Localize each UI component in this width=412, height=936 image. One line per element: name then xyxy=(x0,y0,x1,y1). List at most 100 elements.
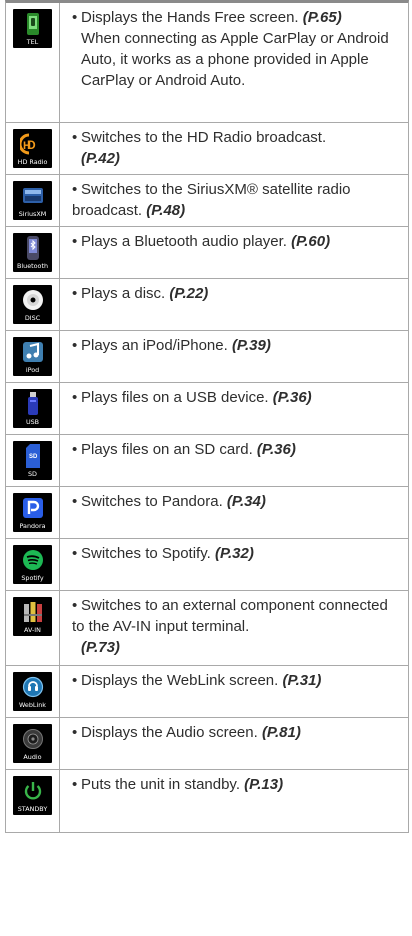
table-row-usb: USB • Plays files on a USB device. (P.36) xyxy=(6,383,408,435)
description-text: Switches to the SiriusXM® satellite radi… xyxy=(72,181,351,219)
page-reference: (P.32) xyxy=(214,545,254,562)
icon-cell: TEL xyxy=(6,3,60,122)
svg-text:H: H xyxy=(23,140,31,152)
icon-label: Bluetooth xyxy=(16,262,49,270)
bluetooth-player-icon[interactable]: Bluetooth xyxy=(13,233,52,272)
standby-icon[interactable]: STANDBY xyxy=(13,776,52,815)
icon-label: AV-IN xyxy=(24,626,41,634)
icon-cell: WebLink xyxy=(6,666,60,717)
icon-label: iPod xyxy=(25,366,40,374)
icon-cell: DISC xyxy=(6,279,60,330)
page-reference: (P.36) xyxy=(272,389,312,406)
description-note: When connecting as Apple CarPlay or Andr… xyxy=(81,30,389,89)
description-text: Switches to the HD Radio broadcast. xyxy=(81,129,327,146)
table-row-weblink: WebLink • Displays the WebLink screen. (P… xyxy=(6,666,408,718)
page-reference: (P.48) xyxy=(146,202,186,219)
description-cell: • Displays the Audio screen. (P.81) xyxy=(72,724,301,741)
icon-label: STANDBY xyxy=(17,805,48,813)
table-row-pandora: Pandora • Switches to Pandora. (P.34) xyxy=(6,487,408,539)
table-row-ipod: iPod • Plays an iPod/iPhone. (P.39) xyxy=(6,331,408,383)
icon-label: DISC xyxy=(24,314,41,322)
description-cell: • Switches to an external component conne… xyxy=(72,597,388,656)
table-row-bluetooth: Bluetooth • Plays a Bluetooth audio playe… xyxy=(6,227,408,279)
table-row-standby: STANDBY • Puts the unit in standby. (P.13… xyxy=(6,770,408,832)
description-cell: • Plays a disc. (P.22) xyxy=(72,285,209,302)
description-cell: • Plays files on a USB device. (P.36) xyxy=(72,389,312,406)
description-text: Plays an iPod/iPhone. xyxy=(81,337,228,354)
page-reference: (P.13) xyxy=(244,776,284,793)
description-text: Displays the Hands Free screen. xyxy=(81,9,299,26)
page-reference: (P.31) xyxy=(282,672,322,689)
table-row-spotify: Spotify • Switches to Spotify. (P.32) xyxy=(6,539,408,591)
description-cell: • Plays a Bluetooth audio player. (P.60) xyxy=(72,233,331,250)
sd-card-icon[interactable]: SD SD xyxy=(13,441,52,480)
description-text: Switches to Pandora. xyxy=(81,493,223,510)
siriusxm-icon[interactable]: SiriusXM xyxy=(13,181,52,220)
page-reference: (P.34) xyxy=(226,493,266,510)
description-text: Switches to Spotify. xyxy=(81,545,211,562)
description-cell: • Displays the WebLink screen. (P.31) xyxy=(72,672,322,689)
page-reference: (P.39) xyxy=(231,337,271,354)
page-reference: (P.81) xyxy=(261,724,301,741)
phone-icon[interactable]: TEL xyxy=(13,9,52,48)
description-cell: • Plays an iPod/iPhone. (P.39) xyxy=(72,337,271,354)
icon-label: TEL xyxy=(26,38,39,46)
icon-label: Pandora xyxy=(19,522,46,530)
description-cell: • Plays files on an SD card. (P.36) xyxy=(72,441,296,458)
pandora-icon[interactable]: Pandora xyxy=(13,493,52,532)
description-text: Plays files on a USB device. xyxy=(81,389,269,406)
description-text: Plays a disc. xyxy=(81,285,166,302)
icon-label: Spotify xyxy=(21,574,44,582)
description-text: Plays a Bluetooth audio player. xyxy=(81,233,287,250)
ipod-icon[interactable]: iPod xyxy=(13,337,52,376)
icon-cell: SiriusXM xyxy=(6,175,60,226)
icon-cell: STANDBY xyxy=(6,770,60,832)
svg-text:SD: SD xyxy=(29,454,38,460)
icon-cell: AV-IN xyxy=(6,591,60,665)
page-reference: (P.65) xyxy=(302,9,342,26)
icon-cell: USB xyxy=(6,383,60,434)
table-row-siriusxm: SiriusXM • Switches to the SiriusXM® sate… xyxy=(6,175,408,227)
icon-label: WebLink xyxy=(18,701,47,709)
table-row-sd: SD SD • Plays files on an SD card. (P.36) xyxy=(6,435,408,487)
description-cell: • Switches to the HD Radio broadcast. (P.4… xyxy=(72,129,327,167)
page-reference: (P.60) xyxy=(291,233,331,250)
disc-icon[interactable]: DISC xyxy=(13,285,52,324)
description-cell: • Switches to Spotify. (P.32) xyxy=(72,545,254,562)
icon-cell: SD SD xyxy=(6,435,60,486)
icon-label: Audio xyxy=(23,753,42,761)
page-reference: (P.73) xyxy=(81,639,120,656)
description-text: Puts the unit in standby. xyxy=(81,776,240,793)
table-row-audio: Audio • Displays the Audio screen. (P.81) xyxy=(6,718,408,770)
weblink-icon[interactable]: WebLink xyxy=(13,672,52,711)
description-text: Displays the Audio screen. xyxy=(81,724,258,741)
icon-label: USB xyxy=(25,418,40,426)
icon-cell: Pandora xyxy=(6,487,60,538)
description-cell: • Displays the Hands Free screen. (P.65) … xyxy=(60,3,408,122)
icon-label: SD xyxy=(28,470,37,478)
description-text: Displays the WebLink screen. xyxy=(81,672,279,689)
description-cell: • Puts the unit in standby. (P.13) xyxy=(72,776,284,793)
av-in-icon[interactable]: AV-IN xyxy=(13,597,52,636)
audio-icon[interactable]: Audio xyxy=(13,724,52,763)
source-icon-table: TEL • Displays the Hands Free screen. (P.… xyxy=(5,0,409,833)
spotify-icon[interactable]: Spotify xyxy=(13,545,52,584)
usb-icon[interactable]: USB xyxy=(13,389,52,428)
description-cell: • Switches to Pandora. (P.34) xyxy=(72,493,266,510)
description-text: Switches to an external component connec… xyxy=(72,597,388,635)
table-row-disc: DISC • Plays a disc. (P.22) xyxy=(6,279,408,331)
hd-radio-icon[interactable]: DH HD Radio xyxy=(13,129,52,168)
page-reference: (P.36) xyxy=(256,441,296,458)
icon-cell: DH HD Radio xyxy=(6,123,60,174)
icon-cell: Spotify xyxy=(6,539,60,590)
table-row-tel: TEL • Displays the Hands Free screen. (P.… xyxy=(6,3,408,123)
page-reference: (P.42) xyxy=(81,150,120,167)
icon-cell: Bluetooth xyxy=(6,227,60,278)
icon-cell: iPod xyxy=(6,331,60,382)
page-reference: (P.22) xyxy=(169,285,209,302)
icon-label: HD Radio xyxy=(17,158,48,166)
description-cell: • Switches to the SiriusXM® satellite rad… xyxy=(72,181,351,219)
icon-cell: Audio xyxy=(6,718,60,769)
table-row-av-in: AV-IN • Switches to an external component… xyxy=(6,591,408,666)
description-text: Plays files on an SD card. xyxy=(81,441,253,458)
